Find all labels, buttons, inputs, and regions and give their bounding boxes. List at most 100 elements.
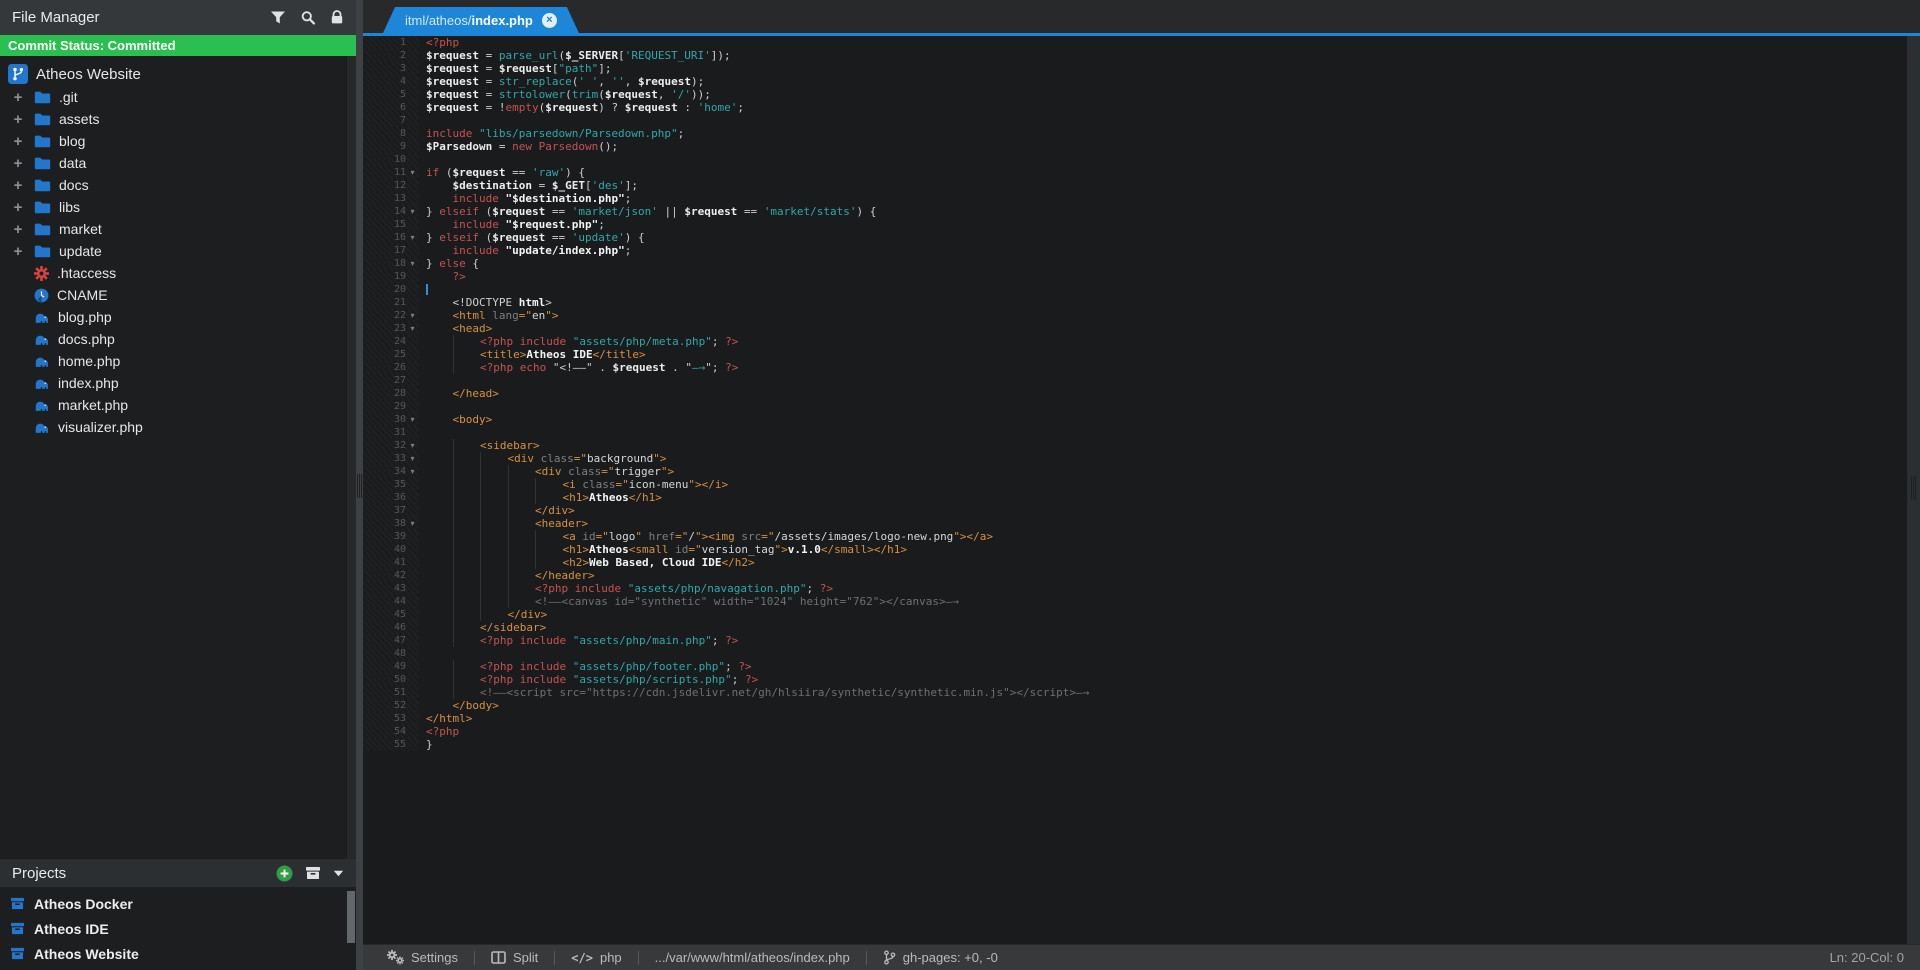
line-number[interactable]: 13: [363, 192, 419, 205]
line-number[interactable]: 8: [363, 127, 419, 140]
line-number[interactable]: 49: [363, 660, 419, 673]
code-line-34[interactable]: 34▾ <div class="trigger">: [363, 465, 1920, 478]
code-line-7[interactable]: 7: [363, 114, 1920, 127]
code-line-18[interactable]: 18▾} else {: [363, 257, 1920, 270]
tree-folder-.git[interactable]: +.git: [0, 86, 356, 108]
tree-file-blog.php[interactable]: blog.php: [0, 306, 356, 328]
sidebar-resize-handle[interactable]: [356, 0, 363, 970]
code-line-29[interactable]: 29: [363, 400, 1920, 413]
expand-icon[interactable]: +: [10, 243, 26, 260]
fold-caret-icon[interactable]: ▾: [406, 233, 419, 242]
code-line-27[interactable]: 27: [363, 374, 1920, 387]
settings-button[interactable]: Settings: [387, 950, 458, 965]
code-line-28[interactable]: 28 </head>: [363, 387, 1920, 400]
line-number[interactable]: 14▾: [363, 205, 419, 218]
project-item-atheos-docker[interactable]: Atheos Docker: [0, 891, 356, 916]
code-line-11[interactable]: 11▾if ($request == 'raw') {: [363, 166, 1920, 179]
code-line-32[interactable]: 32▾ <sidebar>: [363, 439, 1920, 452]
chevron-down-icon[interactable]: [333, 870, 344, 877]
code-line-51[interactable]: 51 <!——<script src="https://cdn.jsdelivr…: [363, 686, 1920, 699]
file-tree-scrollbar[interactable]: [347, 56, 356, 859]
add-project-icon[interactable]: [276, 865, 293, 882]
line-number[interactable]: 17: [363, 244, 419, 257]
line-number[interactable]: 29: [363, 400, 419, 413]
tree-folder-docs[interactable]: +docs: [0, 174, 356, 196]
line-number[interactable]: 36: [363, 491, 419, 504]
line-number[interactable]: 37: [363, 504, 419, 517]
line-number[interactable]: 11▾: [363, 166, 419, 179]
line-number[interactable]: 24: [363, 335, 419, 348]
project-item-atheos-website[interactable]: Atheos Website: [0, 941, 356, 966]
git-status[interactable]: gh-pages: +0, -0: [883, 950, 998, 965]
expand-icon[interactable]: +: [10, 133, 26, 150]
code-line-45[interactable]: 45 </div>: [363, 608, 1920, 621]
code-line-39[interactable]: 39 <a id="logo" href="/"><img src="/asse…: [363, 530, 1920, 543]
fold-caret-icon[interactable]: ▾: [406, 207, 419, 216]
expand-icon[interactable]: +: [10, 199, 26, 216]
tree-file-CNAME[interactable]: CNAME: [0, 284, 356, 306]
code-line-4[interactable]: 4$request = str_replace(' ', '', $reques…: [363, 75, 1920, 88]
tab-index-php[interactable]: itml/atheos/index.php ×: [383, 7, 579, 33]
tab-close-icon[interactable]: ×: [542, 13, 557, 28]
code-line-3[interactable]: 3$request = $request["path"];: [363, 62, 1920, 75]
line-number[interactable]: 6: [363, 101, 419, 114]
fold-caret-icon[interactable]: ▾: [406, 415, 419, 424]
projects-scrollbar-thumb[interactable]: [347, 891, 355, 943]
code-line-12[interactable]: 12 $destination = $_GET['des'];: [363, 179, 1920, 192]
code-line-47[interactable]: 47 <?php include "assets/php/main.php"; …: [363, 634, 1920, 647]
line-number[interactable]: 48: [363, 647, 419, 660]
expand-icon[interactable]: +: [10, 155, 26, 172]
tree-file-visualizer.php[interactable]: visualizer.php: [0, 416, 356, 438]
line-number[interactable]: 43: [363, 582, 419, 595]
code-line-14[interactable]: 14▾} elseif ($request == 'market/json' |…: [363, 205, 1920, 218]
line-number[interactable]: 51: [363, 686, 419, 699]
tree-folder-update[interactable]: +update: [0, 240, 356, 262]
code-line-13[interactable]: 13 include "$destination.php";: [363, 192, 1920, 205]
expand-icon[interactable]: +: [10, 111, 26, 128]
tree-file-.htaccess[interactable]: .htaccess: [0, 262, 356, 284]
expand-icon[interactable]: +: [10, 177, 26, 194]
line-number[interactable]: 46: [363, 621, 419, 634]
code-line-44[interactable]: 44 <!——<canvas id="synthetic" width="102…: [363, 595, 1920, 608]
code-line-21[interactable]: 21 <!DOCTYPE html>: [363, 296, 1920, 309]
line-number[interactable]: 1: [363, 36, 419, 49]
line-number[interactable]: 54: [363, 725, 419, 738]
code-line-15[interactable]: 15 include "$request.php";: [363, 218, 1920, 231]
code-line-37[interactable]: 37 </div>: [363, 504, 1920, 517]
line-number[interactable]: 21: [363, 296, 419, 309]
code-line-9[interactable]: 9$Parsedown = new Parsedown();: [363, 140, 1920, 153]
line-number[interactable]: 30▾: [363, 413, 419, 426]
code-line-10[interactable]: 10: [363, 153, 1920, 166]
tree-file-market.php[interactable]: market.php: [0, 394, 356, 416]
code-line-1[interactable]: 1<?php: [363, 36, 1920, 49]
expand-icon[interactable]: +: [10, 89, 26, 106]
code-line-46[interactable]: 46 </sidebar>: [363, 621, 1920, 634]
line-number[interactable]: 23▾: [363, 322, 419, 335]
line-number[interactable]: 52: [363, 699, 419, 712]
line-number[interactable]: 25: [363, 348, 419, 361]
code-line-30[interactable]: 30▾ <body>: [363, 413, 1920, 426]
fold-caret-icon[interactable]: ▾: [406, 311, 419, 320]
line-number[interactable]: 9: [363, 140, 419, 153]
line-number[interactable]: 16▾: [363, 231, 419, 244]
code-line-41[interactable]: 41 <h2>Web Based, Cloud IDE</h2>: [363, 556, 1920, 569]
code-line-6[interactable]: 6$request = !empty($request) ? $request …: [363, 101, 1920, 114]
code-line-40[interactable]: 40 <h1>Atheos<small id="version_tag">v.1…: [363, 543, 1920, 556]
line-number[interactable]: 41: [363, 556, 419, 569]
line-number[interactable]: 55: [363, 738, 419, 751]
code-line-49[interactable]: 49 <?php include "assets/php/footer.php"…: [363, 660, 1920, 673]
archive-icon[interactable]: [305, 866, 321, 880]
tree-root-atheos-website[interactable]: Atheos Website: [0, 62, 356, 86]
code-line-33[interactable]: 33▾ <div class="background">: [363, 452, 1920, 465]
line-number[interactable]: 31: [363, 426, 419, 439]
tree-file-docs.php[interactable]: docs.php: [0, 328, 356, 350]
line-number[interactable]: 45: [363, 608, 419, 621]
code-line-2[interactable]: 2$request = parse_url($_SERVER['REQUEST_…: [363, 49, 1920, 62]
code-line-20[interactable]: 20: [363, 283, 1920, 296]
line-number[interactable]: 35: [363, 478, 419, 491]
line-number[interactable]: 53: [363, 712, 419, 725]
code-line-36[interactable]: 36 <h1>Atheos</h1>: [363, 491, 1920, 504]
line-number[interactable]: 5: [363, 88, 419, 101]
code-line-16[interactable]: 16▾} elseif ($request == 'update') {: [363, 231, 1920, 244]
code-line-50[interactable]: 50 <?php include "assets/php/scripts.php…: [363, 673, 1920, 686]
